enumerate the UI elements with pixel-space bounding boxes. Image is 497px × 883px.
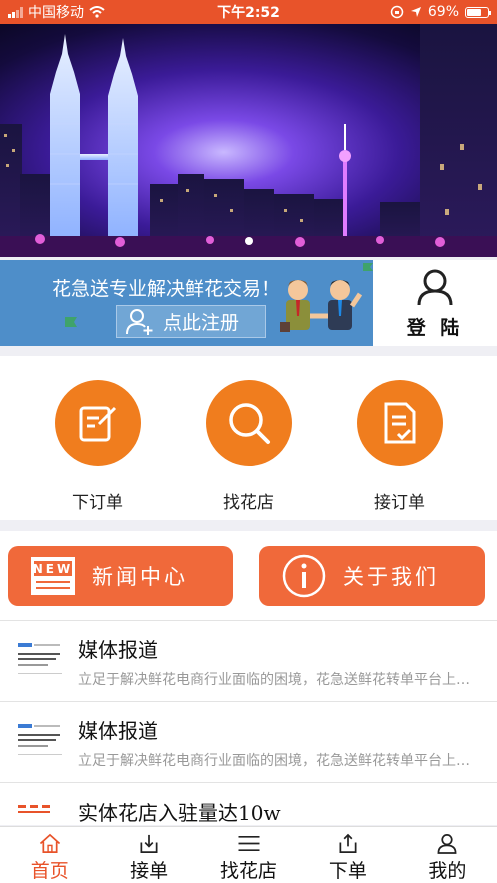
promo-text: 花急送专业解决鲜花交易！ — [52, 278, 281, 300]
news-title: 媒体报道 — [78, 718, 158, 743]
flag-icon — [65, 317, 77, 327]
register-promo-banner[interactable]: 花急送专业解决鲜花交易！ 点此注册 — [0, 260, 373, 346]
quick-action-circle — [205, 380, 292, 466]
carousel-dot[interactable] — [244, 237, 253, 245]
battery-level — [467, 8, 481, 16]
carousel-dots — [0, 237, 497, 245]
tab-label: 下单 — [328, 860, 367, 882]
about-us-label: 关于我们 — [343, 565, 439, 589]
news-item[interactable]: 实体花店入驻量达10w — [0, 782, 497, 825]
news-list: 媒体报道 立足于解决鲜花电商行业面临的困境，花急送鲜花转单平台上线…… 媒体报道… — [0, 620, 497, 825]
news-text: 实体花店入驻量达10w — [78, 797, 482, 825]
search-icon — [228, 403, 270, 444]
edit-icon — [79, 406, 116, 442]
quick-action-label: 找花店 — [223, 493, 274, 513]
tab-accept[interactable]: 接单 — [99, 827, 198, 883]
tab-find-shop[interactable]: 找花店 — [199, 827, 298, 883]
status-bar: 中国移动 下午2:52 69% — [0, 0, 497, 24]
tab-bar: 首页 接单 找花店 下单 我的 — [0, 826, 497, 883]
tab-label: 首页 — [30, 860, 69, 882]
news-thumbnail — [16, 718, 64, 766]
about-us-button[interactable]: 关于我们 — [259, 546, 485, 606]
news-text: 媒体报道 立足于解决鲜花电商行业面临的困境，花急送鲜花转单平台上线…… — [78, 634, 482, 689]
battery-percent: 69% — [427, 4, 459, 20]
battery-icon — [465, 6, 491, 18]
news-center-button[interactable]: NEW 新闻中心 — [8, 546, 233, 606]
tab-mine[interactable]: 我的 — [398, 827, 497, 883]
menu-icon — [238, 835, 260, 852]
add-user-icon — [126, 308, 153, 335]
news-thumbnail — [16, 797, 64, 825]
news-thumbnail — [16, 637, 64, 685]
city-skyline-image — [0, 24, 497, 257]
user-icon — [437, 834, 457, 854]
find-shop-action[interactable]: 找花店 — [194, 356, 304, 520]
orientation-lock-icon — [390, 5, 404, 19]
news-center-label: 新闻中心 — [92, 565, 188, 589]
quick-action-label: 接订单 — [374, 493, 425, 513]
new-badge-text: NEW — [33, 562, 73, 576]
quick-action-label: 下订单 — [72, 493, 123, 513]
document-check-icon — [384, 402, 415, 444]
tab-label: 接单 — [130, 860, 169, 882]
upload-icon — [339, 833, 357, 853]
register-label: 点此注册 — [163, 312, 240, 334]
login-label: 登 陆 — [406, 316, 464, 339]
news-thumbnail-image — [18, 643, 62, 674]
tab-home[interactable]: 首页 — [0, 827, 99, 883]
news-text: 媒体报道 立足于解决鲜花电商行业面临的困境，花急送鲜花转单平台上线…… — [78, 715, 482, 770]
hero-banner[interactable] — [0, 24, 497, 257]
news-item[interactable]: 媒体报道 立足于解决鲜花电商行业面临的困境，花急送鲜花转单平台上线…… — [0, 620, 497, 701]
news-item[interactable]: 媒体报道 立足于解决鲜花电商行业面临的困境，花急送鲜花转单平台上线…… — [0, 701, 497, 782]
news-buttons-row: NEW 新闻中心 关于我们 — [0, 531, 497, 620]
tab-label: 我的 — [428, 860, 467, 882]
quick-action-circle — [356, 380, 443, 466]
place-order-action[interactable]: 下订单 — [43, 356, 153, 520]
news-thumbnail-image — [18, 724, 62, 755]
news-desc: 立足于解决鲜花电商行业面临的困境，花急送鲜花转单平台上线…… — [78, 752, 482, 769]
info-icon — [282, 554, 326, 598]
flag-icon — [363, 263, 373, 271]
download-icon — [140, 834, 158, 853]
news-thumbnail-image — [18, 805, 50, 813]
user-icon — [417, 269, 453, 305]
news-icon: NEW — [31, 557, 75, 595]
register-button[interactable]: 点此注册 — [116, 305, 266, 338]
quick-actions: 下订单 找花店 接订单 — [0, 356, 497, 520]
tab-label: 找花店 — [220, 860, 278, 882]
handshake-illustration — [280, 280, 363, 332]
tab-order[interactable]: 下单 — [298, 827, 397, 883]
promo-row: 花急送专业解决鲜花交易！ 点此注册 登 陆 — [0, 260, 497, 346]
status-right: 69% — [390, 4, 491, 20]
news-title: 媒体报道 — [78, 637, 158, 662]
login-button[interactable]: 登 陆 — [373, 260, 497, 346]
news-desc: 立足于解决鲜花电商行业面临的困境，花急送鲜花转单平台上线…… — [78, 671, 482, 688]
accept-order-action[interactable]: 接订单 — [345, 356, 455, 520]
location-icon — [410, 7, 421, 17]
quick-action-circle — [54, 380, 141, 466]
home-icon — [39, 833, 60, 853]
news-title: 实体花店入驻量达10w — [78, 801, 281, 825]
